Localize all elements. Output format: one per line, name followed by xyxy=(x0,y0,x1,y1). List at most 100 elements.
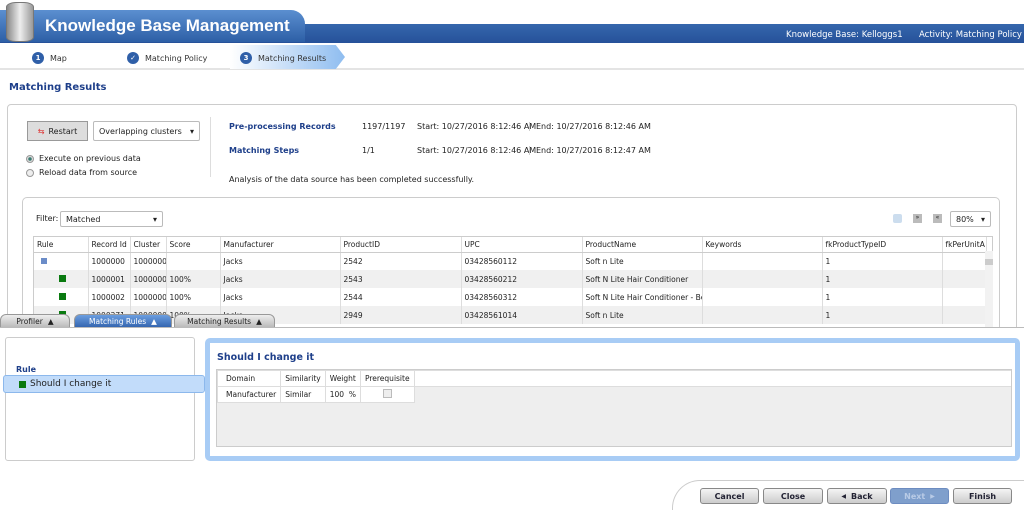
step-matching-policy: ✓ Matching Policy xyxy=(127,52,207,64)
grid-cell[interactable]: 2544 xyxy=(340,288,462,306)
rule-list-panel xyxy=(5,337,195,461)
grid-cell[interactable]: 03428560312 xyxy=(461,288,583,306)
next-button[interactable]: Next ▶ xyxy=(890,488,949,504)
grid-cell[interactable]: 1 xyxy=(822,288,943,306)
grid-cell[interactable]: 1000000 xyxy=(130,270,167,288)
tab-profiler[interactable]: Profiler ▲ xyxy=(0,314,70,328)
close-button[interactable]: Close xyxy=(763,488,823,504)
button-label: Cancel xyxy=(714,491,745,501)
tab-matching-rules[interactable]: Matching Rules ▲ xyxy=(74,314,172,328)
column-header[interactable]: Rule xyxy=(34,237,89,253)
grid-cell[interactable]: Jacks xyxy=(220,288,341,306)
column-header[interactable]: Record Id xyxy=(88,237,131,253)
grid-cell[interactable]: 100% xyxy=(166,288,221,306)
rule-cell[interactable] xyxy=(34,270,89,288)
database-icon xyxy=(6,2,34,42)
grid-cell[interactable]: 100% xyxy=(166,270,221,288)
grid-cell[interactable]: 03428560112 xyxy=(461,252,583,270)
check-icon: ✓ xyxy=(127,52,139,64)
filter-select[interactable]: Matched ▾ xyxy=(60,211,163,227)
stat-end: End: 10/27/2016 8:12:46 AM xyxy=(529,122,651,131)
cluster-mode-select[interactable]: Overlapping clusters ▾ xyxy=(93,121,200,141)
column-header: Domain xyxy=(216,370,282,387)
header-filler xyxy=(413,370,1011,387)
radio-label: Execute on previous data xyxy=(39,154,141,163)
grid-cell[interactable]: Jacks xyxy=(220,270,341,288)
scrollbar-thumb[interactable] xyxy=(985,259,993,265)
stat-label: Matching Steps xyxy=(229,146,300,155)
tab-label: Matching Rules xyxy=(89,316,147,326)
weight-value[interactable]: 100 xyxy=(330,390,344,399)
column-header[interactable]: fkPerUnitA xyxy=(942,237,987,253)
grid-cell[interactable]: Jacks xyxy=(220,252,341,270)
step-label: Matching Results xyxy=(258,53,327,63)
collapse-icon[interactable] xyxy=(41,257,47,264)
button-label: Close xyxy=(780,491,806,501)
tab-matching-results[interactable]: Matching Results ▲ xyxy=(174,314,275,328)
grid-cell[interactable]: 1000000 xyxy=(130,252,167,270)
grid-cell[interactable]: 2543 xyxy=(340,270,462,288)
grid-cell[interactable]: 1000002 xyxy=(88,288,131,306)
grid-cell[interactable]: 1 xyxy=(822,252,943,270)
restart-button[interactable]: ⇆ Restart xyxy=(27,121,88,141)
grid-cell[interactable] xyxy=(702,270,823,288)
column-header[interactable]: Cluster xyxy=(130,237,167,253)
collapse-all-icon[interactable]: « xyxy=(933,214,942,223)
grid-cell[interactable]: Soft N Lite Hair Conditioner xyxy=(582,270,703,288)
caret-up-icon: ▲ xyxy=(47,316,54,326)
grid-cell[interactable]: 1000000 xyxy=(88,252,131,270)
button-label: Next xyxy=(904,491,926,501)
stat-start: Start: 10/27/2016 8:12:46 AM xyxy=(417,146,537,155)
step-label: Matching Policy xyxy=(145,53,208,63)
weight-cell[interactable]: 100 % xyxy=(324,386,361,403)
prerequisite-checkbox[interactable] xyxy=(382,389,392,398)
grid-cell[interactable]: 1000001 xyxy=(88,270,131,288)
chevron-down-icon: ▾ xyxy=(152,214,157,224)
export-icon[interactable] xyxy=(893,214,902,223)
grid-cell[interactable]: 2542 xyxy=(340,252,462,270)
column-header[interactable]: Score xyxy=(166,237,221,253)
radio-execute-previous[interactable]: Execute on previous data xyxy=(26,154,141,163)
column-header[interactable]: UPC xyxy=(461,237,583,253)
radio-reload-source[interactable]: Reload data from source xyxy=(26,168,137,177)
column-header[interactable]: fkProductTypeID xyxy=(822,237,943,253)
prerequisite-cell[interactable] xyxy=(359,386,415,403)
grid-cell[interactable] xyxy=(942,270,987,288)
zoom-select[interactable]: 80% ▾ xyxy=(950,211,991,227)
tab-label: Profiler xyxy=(16,316,43,326)
chevron-down-icon: ▾ xyxy=(189,126,194,136)
grid-cell[interactable] xyxy=(702,252,823,270)
grid-cell[interactable] xyxy=(702,288,823,306)
column-header: Similarity xyxy=(280,370,326,387)
rule-status-icon xyxy=(59,292,66,300)
cluster-mode-value: Overlapping clusters xyxy=(99,126,182,136)
table-row[interactable]: 1000000 1000000 Jacks 2542 03428560112 Soft n… xyxy=(34,252,987,270)
back-button[interactable]: ◀ Back xyxy=(827,488,887,504)
expand-all-icon[interactable]: » xyxy=(913,214,922,223)
column-header[interactable]: Manufacturer xyxy=(220,237,341,253)
domain-cell[interactable]: Manufacturer xyxy=(216,386,282,403)
rule-cell[interactable] xyxy=(34,252,89,270)
rule-cell[interactable] xyxy=(34,288,89,306)
grid-cell[interactable] xyxy=(942,252,987,270)
grid-cell[interactable]: 03428560212 xyxy=(461,270,583,288)
stat-end: End: 10/27/2016 8:12:47 AM xyxy=(529,146,651,155)
table-row[interactable]: 1000001 1000000 100% Jacks 2543 03428560212 So… xyxy=(34,270,987,288)
row-filler xyxy=(414,386,1011,403)
grid-cell[interactable]: Soft N Lite Hair Conditioner - Be xyxy=(582,288,703,306)
similarity-cell[interactable]: Similar xyxy=(280,386,326,403)
grid-cell[interactable]: 1 xyxy=(822,270,943,288)
grid-cell[interactable]: 1000000 xyxy=(130,288,167,306)
grid-cell[interactable] xyxy=(942,288,987,306)
cancel-button[interactable]: Cancel xyxy=(700,488,759,504)
rule-condition-row[interactable]: Manufacturer Similar 100 % xyxy=(216,386,1011,403)
grid-cell[interactable] xyxy=(166,252,221,270)
grid-cell[interactable]: Soft n Lite xyxy=(582,252,703,270)
finish-button[interactable]: Finish xyxy=(953,488,1012,504)
rule-name: Should I change it xyxy=(30,379,112,389)
column-header[interactable]: Keywords xyxy=(702,237,823,253)
column-header[interactable]: ProductName xyxy=(582,237,703,253)
table-row[interactable]: 1000002 1000000 100% Jacks 2544 03428560312 So… xyxy=(34,288,987,306)
column-header[interactable]: ProductID xyxy=(340,237,462,253)
rule-list-item[interactable]: Should I change it xyxy=(3,375,205,393)
